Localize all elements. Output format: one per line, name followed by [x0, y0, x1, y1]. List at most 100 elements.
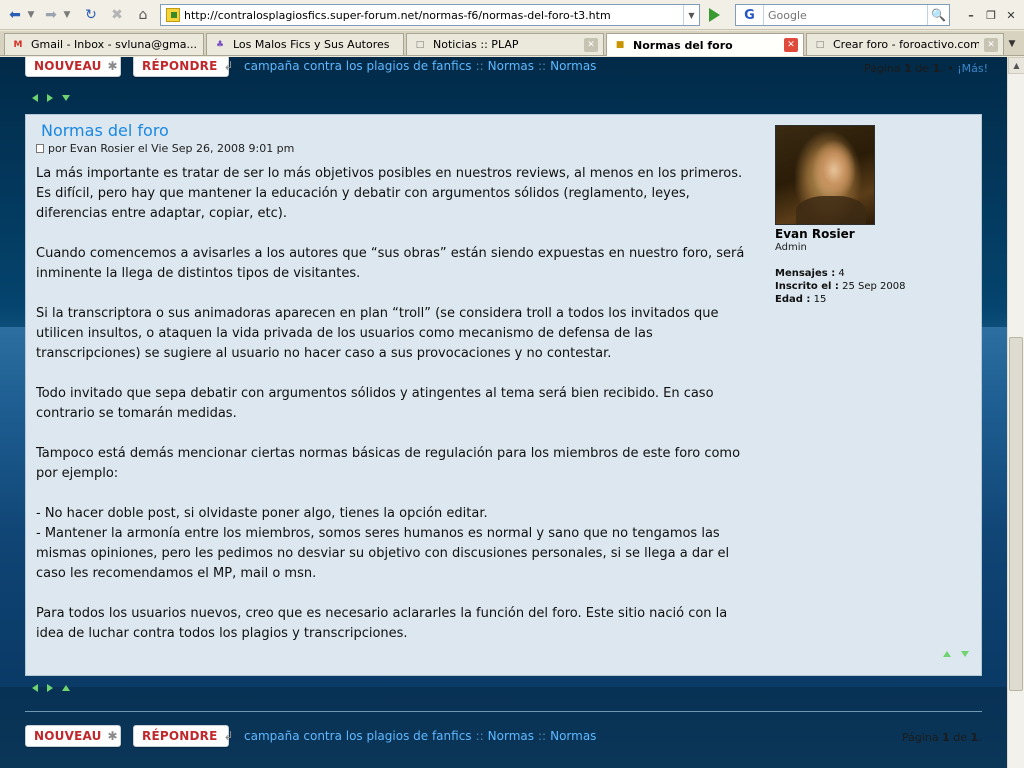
scrollbar-thumb[interactable] [1009, 337, 1023, 691]
page-content: NOUVEAU ✱ RÉPONDRE ↲ campaña contra los … [0, 57, 1007, 768]
author-name[interactable]: Evan Rosier [775, 227, 965, 241]
previous-topic-icon[interactable] [32, 94, 38, 102]
tab-label: Los Malos Fics y Sus Autores [233, 38, 390, 51]
restore-button[interactable]: ❐ [982, 6, 1000, 24]
stat-value: 4 [838, 268, 845, 279]
tab-label: Normas del foro [633, 38, 733, 52]
tab-list-button[interactable]: ▼ [1004, 36, 1020, 52]
star-icon: ✱ [107, 729, 118, 743]
reply-label: RÉPONDRE [142, 729, 218, 743]
pagination-of: de [915, 62, 930, 75]
more-link[interactable]: ¡Más! [957, 62, 988, 75]
post-meta-text: por Evan Rosier el Vie Sep 26, 2008 9:01… [48, 142, 295, 155]
post-paragraph: Si la transcriptora o sus animadoras apa… [36, 306, 719, 361]
breadcrumb-separator: :: [475, 59, 484, 73]
reload-button[interactable]: ↻ [80, 5, 102, 25]
go-up-icon[interactable] [62, 685, 70, 691]
stat-joined: Inscrito el : 25 Sep 2008 [775, 280, 965, 293]
page-icon: □ [815, 39, 825, 50]
breadcrumb-subforum-link[interactable]: Normas [550, 59, 596, 73]
page-icon: □ [415, 39, 425, 50]
breadcrumb-forum-link[interactable]: campaña contra los plagios de fanfics [244, 729, 472, 743]
go-arrow-icon [708, 8, 720, 22]
next-topic-icon[interactable] [47, 684, 53, 692]
close-window-button[interactable]: ✕ [1002, 6, 1020, 24]
rule-item: - Mantener la armonía entre los miembros… [36, 526, 730, 581]
tab-gmail[interactable]: M Gmail - Inbox - svluna@gma... [4, 33, 204, 55]
tab-malos-fics[interactable]: ♣ Los Malos Fics y Sus Autores [206, 33, 404, 55]
stat-label: Inscrito el : [775, 281, 839, 292]
breadcrumb-category-link[interactable]: Normas [488, 729, 534, 743]
stat-label: Edad : [775, 294, 811, 305]
tab-normas-del-foro[interactable]: ■ Normas del foro ✕ [606, 33, 804, 56]
close-tab-icon[interactable]: ✕ [984, 37, 998, 52]
post-body: La más importante es tratar de ser lo má… [36, 164, 756, 664]
close-tab-icon[interactable]: ✕ [784, 38, 798, 52]
minimize-button[interactable]: – [962, 6, 980, 24]
forward-button[interactable]: ➡ [40, 5, 62, 25]
new-topic-button-bottom[interactable]: NOUVEAU ✱ [25, 725, 121, 747]
breadcrumb-forum-link[interactable]: campaña contra los plagios de fanfics [244, 59, 472, 73]
breadcrumb-category-link[interactable]: Normas [488, 59, 534, 73]
new-topic-label: NOUVEAU [34, 59, 102, 73]
post-title[interactable]: Normas del foro [41, 121, 169, 140]
pagination-tail: . [978, 731, 982, 744]
divider [25, 711, 982, 712]
url-bar[interactable]: http://contralosplagiosfics.super-forum.… [160, 4, 700, 26]
forward-history-dropdown[interactable]: ▼ [62, 5, 72, 25]
post-scroll-arrows [943, 651, 969, 657]
breadcrumb-separator: :: [475, 729, 484, 743]
back-history-dropdown[interactable]: ▼ [26, 5, 36, 25]
tab-crear-foro[interactable]: □ Crear foro - foroactivo.com ✕ [806, 33, 1004, 55]
tab-noticias[interactable]: □ Noticias :: PLAP ✕ [406, 33, 604, 55]
pagination-current: 1 [942, 731, 950, 744]
topic-nav-top [32, 94, 70, 102]
scroll-up-icon[interactable] [943, 651, 951, 657]
breadcrumb-separator: :: [538, 729, 547, 743]
pagination-tail: . [940, 62, 944, 75]
breadcrumb-separator: :: [538, 59, 547, 73]
previous-topic-icon[interactable] [32, 684, 38, 692]
star-icon: ✱ [107, 59, 118, 73]
reply-button-bottom[interactable]: RÉPONDRE ↲ [133, 725, 234, 747]
go-down-icon[interactable] [62, 95, 70, 101]
site-favicon [166, 8, 180, 22]
url-text[interactable]: http://contralosplagiosfics.super-forum.… [184, 9, 683, 22]
home-icon: ⌂ [138, 7, 148, 23]
author-stats: Mensajes : 4 Inscrito el : 25 Sep 2008 E… [775, 267, 965, 306]
close-tab-icon[interactable]: ✕ [584, 37, 598, 52]
post-meta: por Evan Rosier el Vie Sep 26, 2008 9:01… [36, 142, 294, 155]
post-icon[interactable] [36, 144, 44, 153]
stat-age: Edad : 15 [775, 293, 965, 306]
post-paragraph: Para todos los usuarios nuevos, creo que… [36, 606, 728, 641]
search-input[interactable] [764, 6, 927, 24]
breadcrumb-bottom: campaña contra los plagios de fanfics:: N… [244, 729, 596, 743]
rule-item: - No hacer doble post, si olvidaste pone… [36, 506, 488, 521]
forum-post: Normas del foro por Evan Rosier el Vie S… [25, 114, 982, 676]
topic-nav-bottom [32, 684, 70, 692]
avatar[interactable] [775, 125, 875, 225]
post-paragraph: La más importante es tratar de ser lo má… [36, 166, 743, 221]
next-topic-icon[interactable] [47, 94, 53, 102]
go-button[interactable] [704, 5, 724, 25]
reload-icon: ↻ [85, 7, 97, 23]
page-scrollbar[interactable]: ▲ [1007, 57, 1024, 768]
stop-icon: ✖ [111, 7, 123, 23]
back-button[interactable]: ⬅ [4, 5, 26, 25]
home-button[interactable]: ⌂ [132, 5, 154, 25]
post-paragraph: Cuando comencemos a avisarles a los auto… [36, 246, 745, 281]
reply-button[interactable]: RÉPONDRE ↲ [133, 57, 234, 77]
breadcrumb-subforum-link[interactable]: Normas [550, 729, 596, 743]
search-engine-icon[interactable]: G [736, 5, 764, 25]
pagination-current: 1 [904, 62, 912, 75]
search-box[interactable]: G 🔍 [735, 4, 950, 26]
pagination-top: Página 1 de 1. • ¡Más! [864, 62, 988, 75]
stat-posts: Mensajes : 4 [775, 267, 965, 280]
stop-button[interactable]: ✖ [106, 5, 128, 25]
scroll-up-arrow-icon[interactable]: ▲ [1008, 57, 1024, 74]
url-history-dropdown[interactable]: ▼ [683, 5, 699, 25]
search-icon[interactable]: 🔍 [927, 5, 949, 25]
new-topic-button[interactable]: NOUVEAU ✱ [25, 57, 121, 77]
post-paragraph: Todo invitado que sepa debatir con argum… [36, 386, 714, 421]
scroll-down-icon[interactable] [961, 651, 969, 657]
